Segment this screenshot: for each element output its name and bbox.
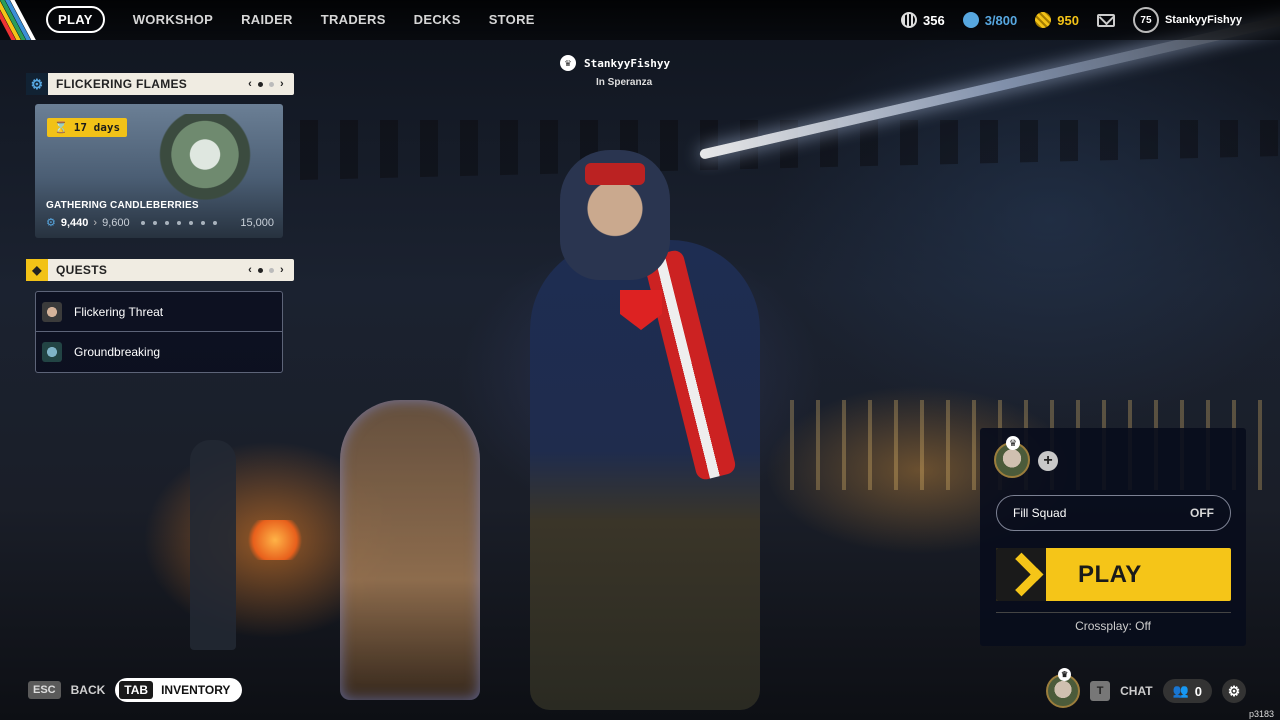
progress-dots (140, 220, 217, 225)
friends-button[interactable]: 👥 0 (1162, 679, 1212, 703)
progress-arrow-icon: › (93, 216, 98, 229)
stash-capacity[interactable]: 3/800 (962, 12, 1018, 28)
main-nav: PLAY WORKSHOP RAIDER TRADERS DECKS STORE (46, 6, 535, 33)
user-profile[interactable]: 75 StankyyFishyy (1132, 7, 1242, 33)
chat-key-hint: T (1090, 681, 1111, 701)
event-panel-title: FLICKERING FLAMES (56, 77, 188, 91)
nav-traders[interactable]: TRADERS (321, 12, 386, 27)
pager-next-icon[interactable]: › (280, 264, 284, 276)
pager-prev-icon[interactable]: ‹ (248, 264, 252, 276)
event-panel-header[interactable]: ⚙ FLICKERING FLAMES ‹ › (26, 73, 294, 95)
quest-giver-avatar (42, 342, 62, 362)
inventory-label: INVENTORY (161, 683, 231, 697)
game-logo (0, 0, 36, 40)
quest-label: Flickering Threat (74, 304, 164, 319)
crown-icon: ♛ (560, 55, 576, 71)
pager-dot (269, 81, 275, 87)
event-gear-icon: ⚙ (26, 73, 48, 95)
quest-giver-avatar (42, 301, 62, 322)
build-version: p3183 (1248, 709, 1274, 719)
event-timer: ⌛ 17 days (47, 118, 128, 137)
coins-currency[interactable]: 356 (901, 12, 945, 28)
player-avatar[interactable]: ♛ (1046, 668, 1081, 708)
credits-value: 950 (1057, 12, 1079, 28)
player-location: In Speranza (596, 77, 653, 88)
coins-value: 356 (923, 12, 945, 28)
fill-squad-toggle[interactable]: Fill Squad OFF (996, 495, 1231, 531)
quests-panel-header[interactable]: ◆ QUESTS ‹ › (26, 259, 294, 281)
play-button-label: PLAY (1078, 561, 1142, 588)
progress-next: 9,600 (102, 216, 130, 229)
hourglass-icon: ⌛ (54, 121, 68, 134)
event-name: GATHERING CANDLEBERRIES (46, 200, 199, 211)
nav-workshop[interactable]: WORKSHOP (133, 12, 213, 27)
mail-icon[interactable] (1096, 13, 1115, 27)
add-squad-member-button[interactable]: + (1038, 451, 1058, 471)
player-tag-name: StankyyFishyy (584, 56, 671, 70)
quest-item-flickering-threat[interactable]: Flickering Threat (36, 292, 282, 332)
nav-raider[interactable]: RAIDER (241, 12, 293, 27)
inventory-button[interactable]: TAB INVENTORY (115, 678, 243, 702)
fire-glow (245, 520, 305, 560)
quest-list: Flickering Threat Groundbreaking (35, 291, 283, 373)
player-tag: ♛ StankyyFishyy In Speranza (560, 55, 720, 88)
stash-value: 3/800 (984, 12, 1018, 28)
level-badge: 75 (1132, 7, 1159, 33)
stash-icon (962, 12, 979, 28)
crown-icon: ♛ (1058, 668, 1072, 681)
coin-icon (901, 12, 917, 28)
gear-icon[interactable]: ⚙ (1222, 679, 1246, 703)
pager-next-icon[interactable]: › (280, 78, 284, 90)
play-chevron-icon (996, 548, 1046, 601)
progress-gear-icon: ⚙ (46, 217, 56, 229)
username: StankyyFishyy (1164, 14, 1242, 26)
friends-count: 0 (1194, 683, 1202, 699)
esc-key-hint: ESC (28, 681, 61, 699)
quest-label: Groundbreaking (74, 345, 161, 359)
statue (340, 400, 480, 700)
event-timer-text: 17 days (73, 121, 121, 134)
fill-squad-label: Fill Squad (1013, 506, 1067, 520)
background-figure (190, 440, 236, 650)
nav-play[interactable]: PLAY (46, 6, 105, 33)
bottom-right-controls: ♛ T CHAT 👥 0 ⚙ (1046, 668, 1246, 708)
back-button[interactable]: BACK (71, 683, 106, 697)
candleberry-tree-image (150, 114, 260, 204)
quests-panel-title: QUESTS (56, 263, 108, 277)
nav-decks[interactable]: DECKS (414, 12, 461, 27)
event-card[interactable]: ⌛ 17 days GATHERING CANDLEBERRIES ⚙ 9,44… (35, 104, 283, 238)
event-progress: ⚙ 9,440 › 9,600 15,000 (46, 216, 274, 230)
credits-currency[interactable]: 950 (1035, 12, 1079, 28)
play-button[interactable]: PLAY (996, 548, 1231, 601)
progress-max: 15,000 (240, 216, 274, 229)
nav-store[interactable]: STORE (489, 12, 535, 27)
friends-icon: 👥 (1172, 683, 1189, 698)
quest-item-groundbreaking[interactable]: Groundbreaking (36, 332, 282, 372)
currency-bar: 356 3/800 950 75 StankyyFishyy (901, 0, 1280, 40)
bottom-left-controls: ESC BACK TAB INVENTORY (28, 678, 243, 702)
credits-icon (1035, 12, 1052, 28)
character-cap (585, 163, 645, 185)
top-bar: PLAY WORKSHOP RAIDER TRADERS DECKS STORE… (0, 0, 1280, 40)
fill-squad-value: OFF (1190, 506, 1214, 520)
divider (996, 612, 1231, 613)
pager-dot (258, 267, 264, 273)
crossplay-status[interactable]: Crossplay: Off (980, 619, 1246, 633)
progress-current: 9,440 (60, 216, 89, 229)
tab-key-hint: TAB (119, 681, 154, 699)
pager-prev-icon[interactable]: ‹ (248, 78, 252, 90)
quests-pager[interactable]: ‹ › (248, 264, 284, 276)
crown-icon: ♛ (1006, 436, 1020, 450)
squad-panel: ♛ + Fill Squad OFF PLAY Crossplay: Off (980, 428, 1246, 646)
pager-dot (269, 267, 275, 273)
chat-button[interactable]: CHAT (1120, 684, 1152, 698)
quests-diamond-icon: ◆ (26, 259, 48, 281)
pager-dot (258, 81, 264, 87)
event-pager[interactable]: ‹ › (248, 78, 284, 90)
